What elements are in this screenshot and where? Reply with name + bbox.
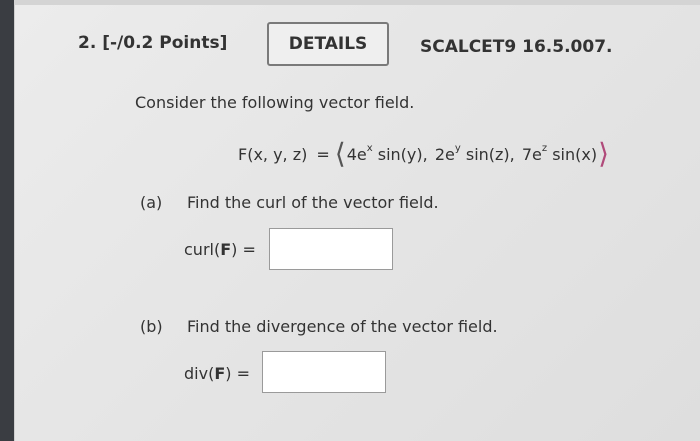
question-number: 2. (78, 33, 97, 53)
question-header: 2. [-/0.2 Points] (78, 33, 227, 53)
vector-field-formula: F(x, y, z) = ⟨ 4ex sin(y), 2ey sin(z), 7… (238, 140, 609, 168)
formula-equals: = (316, 144, 330, 164)
details-button[interactable]: DETAILS (267, 22, 389, 66)
formula-component-3: 7ez sin(x) (521, 143, 598, 164)
question-points: [-/0.2 Points] (102, 33, 228, 53)
right-angle-bracket: ⟩ (598, 137, 610, 170)
curl-answer-label: curl(F) = (184, 240, 256, 259)
div-answer-input[interactable] (262, 351, 386, 393)
top-divider (14, 0, 700, 5)
part-b-letter: (b) (140, 317, 163, 336)
formula-lhs: F(x, y, z) (238, 144, 308, 164)
curl-answer-input[interactable] (269, 228, 393, 270)
left-angle-bracket: ⟨ (334, 137, 346, 170)
textbook-reference: SCALCET9 16.5.007. (420, 37, 613, 57)
part-a-instruction: Find the curl of the vector field. (187, 193, 439, 212)
formula-component-1: 4ex sin(y), (346, 143, 428, 164)
part-b-instruction: Find the divergence of the vector field. (187, 317, 498, 336)
part-a-letter: (a) (140, 193, 163, 212)
div-answer-label: div(F) = (184, 364, 250, 383)
question-prompt: Consider the following vector field. (135, 93, 415, 112)
formula-component-2: 2ey sin(z), (434, 143, 515, 164)
